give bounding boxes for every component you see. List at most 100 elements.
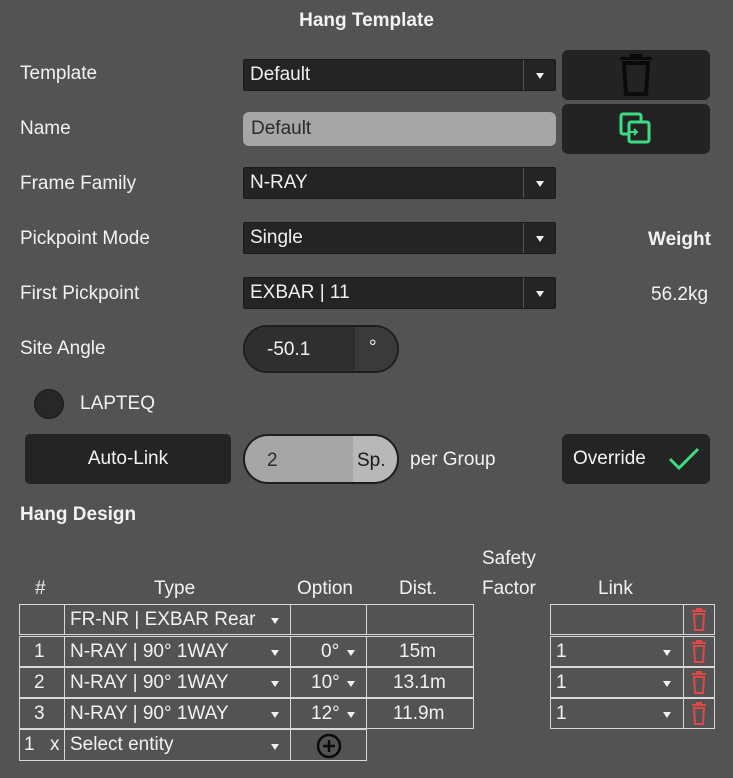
copy-icon (619, 112, 651, 144)
row-delete-button[interactable] (683, 698, 715, 729)
checkmark-icon (668, 447, 700, 471)
plus-circle-icon (316, 733, 342, 759)
weight-label: Weight (648, 229, 711, 250)
top-row-type-value: FR-NR | EXBAR Rear (70, 609, 256, 630)
col-safety-header-2: Factor (482, 578, 536, 599)
entity-select-placeholder: Select entity (70, 734, 174, 755)
frame-family-select[interactable]: N-RAY (243, 167, 556, 199)
row-type-select[interactable]: N-RAY | 90° 1WAY (64, 698, 291, 729)
name-input[interactable]: Default (243, 112, 556, 146)
add-qty-value: 1 (24, 734, 35, 755)
lapteq-radio[interactable] (34, 389, 64, 419)
row-type-select[interactable]: N-RAY | 90° 1WAY (64, 636, 291, 667)
pickpoint-mode-value: Single (250, 227, 303, 248)
row-link-select[interactable]: 1 (550, 667, 684, 698)
row-type-value: N-RAY | 90° 1WAY (70, 703, 229, 724)
row-dist-cell: 15m (366, 636, 474, 667)
trash-icon (692, 702, 706, 725)
row-type-value: N-RAY | 90° 1WAY (70, 672, 229, 693)
pickpoint-mode-select[interactable]: Single (243, 222, 556, 254)
trash-icon (692, 608, 706, 631)
override-toggle[interactable]: Override (562, 434, 710, 484)
row-dist-cell: 13.1m (366, 667, 474, 698)
site-angle-label: Site Angle (20, 338, 106, 359)
hang-design-title: Hang Design (20, 504, 137, 525)
row-dist-cell: 11.9m (366, 698, 474, 729)
frame-family-value: N-RAY (250, 172, 308, 193)
col-option-header: Option (297, 578, 353, 599)
template-select[interactable]: Default (243, 59, 556, 91)
pickpoint-mode-label: Pickpoint Mode (20, 228, 150, 249)
spacing-unit: Sp. (357, 450, 386, 471)
chevron-down-icon (523, 223, 555, 253)
trash-icon (692, 671, 706, 694)
first-pickpoint-select[interactable]: EXBAR | 11 (243, 277, 556, 309)
row-option-select[interactable]: 0° (290, 636, 367, 667)
top-row-index-cell (19, 604, 65, 635)
row-option-value: 0° (321, 641, 340, 662)
row-link-value: 1 (556, 703, 567, 724)
chevron-down-icon (523, 278, 555, 308)
table-row-index: 1 (19, 636, 65, 667)
top-row-option-cell (290, 604, 367, 635)
template-label: Template (20, 63, 98, 84)
per-group-label: per Group (410, 449, 496, 470)
row-delete-button[interactable] (683, 667, 715, 698)
spacing-value: 2 (267, 450, 278, 471)
chevron-down-icon (663, 712, 671, 718)
top-row-type-select[interactable]: FR-NR | EXBAR Rear (64, 604, 291, 635)
row-link-select[interactable]: 1 (550, 636, 684, 667)
add-entity-button[interactable] (290, 729, 367, 761)
first-pickpoint-label: First Pickpoint (20, 283, 140, 304)
first-pickpoint-value: EXBAR | 11 (250, 282, 350, 303)
name-label: Name (20, 118, 71, 139)
chevron-down-icon (271, 712, 279, 718)
delete-template-button[interactable] (562, 50, 710, 100)
top-row-dist-cell (366, 604, 474, 635)
spacing-input[interactable]: 2 Sp. (243, 434, 399, 484)
chevron-down-icon (271, 744, 279, 750)
row-type-select[interactable]: N-RAY | 90° 1WAY (64, 667, 291, 698)
col-safety-header-1: Safety (482, 548, 536, 569)
col-index-header: # (35, 578, 46, 599)
lapteq-label: LAPTEQ (80, 393, 155, 414)
chevron-down-icon (347, 712, 355, 718)
copy-template-button[interactable] (562, 104, 710, 154)
add-qty-input[interactable]: 1 x (19, 729, 65, 761)
frame-family-label: Frame Family (20, 173, 137, 194)
row-link-select[interactable]: 1 (550, 698, 684, 729)
col-link-header: Link (598, 578, 633, 599)
top-row-delete-button[interactable] (683, 604, 715, 635)
chevron-down-icon (271, 681, 279, 687)
row-option-select[interactable]: 10° (290, 667, 367, 698)
chevron-down-icon (663, 681, 671, 687)
trash-icon (620, 54, 652, 96)
override-label: Override (573, 448, 646, 469)
col-type-header: Type (154, 578, 196, 599)
col-dist-header: Dist. (399, 578, 437, 599)
chevron-down-icon (523, 168, 555, 198)
chevron-down-icon (523, 60, 555, 90)
chevron-down-icon (271, 650, 279, 656)
auto-link-button[interactable]: Auto-Link (25, 434, 231, 484)
row-delete-button[interactable] (683, 636, 715, 667)
auto-link-label: Auto-Link (87, 448, 169, 469)
row-type-value: N-RAY | 90° 1WAY (70, 641, 229, 662)
chevron-down-icon (663, 650, 671, 656)
degree-unit: ° (369, 337, 377, 358)
chevron-down-icon (347, 681, 355, 687)
entity-select[interactable]: Select entity (64, 729, 291, 761)
site-angle-input[interactable]: -50.1 ° (243, 325, 399, 373)
trash-icon (692, 640, 706, 663)
template-value: Default (250, 64, 311, 85)
top-row-link-cell (550, 604, 684, 635)
row-option-select[interactable]: 12° (290, 698, 367, 729)
row-option-value: 12° (311, 703, 340, 724)
row-link-value: 1 (556, 672, 567, 693)
site-angle-value: -50.1 (267, 339, 311, 360)
window-title: Hang Template (299, 10, 434, 31)
weight-value: 56.2kg (651, 284, 709, 305)
table-row-index: 2 (19, 667, 65, 698)
table-row-index: 3 (19, 698, 65, 729)
row-link-value: 1 (556, 641, 567, 662)
